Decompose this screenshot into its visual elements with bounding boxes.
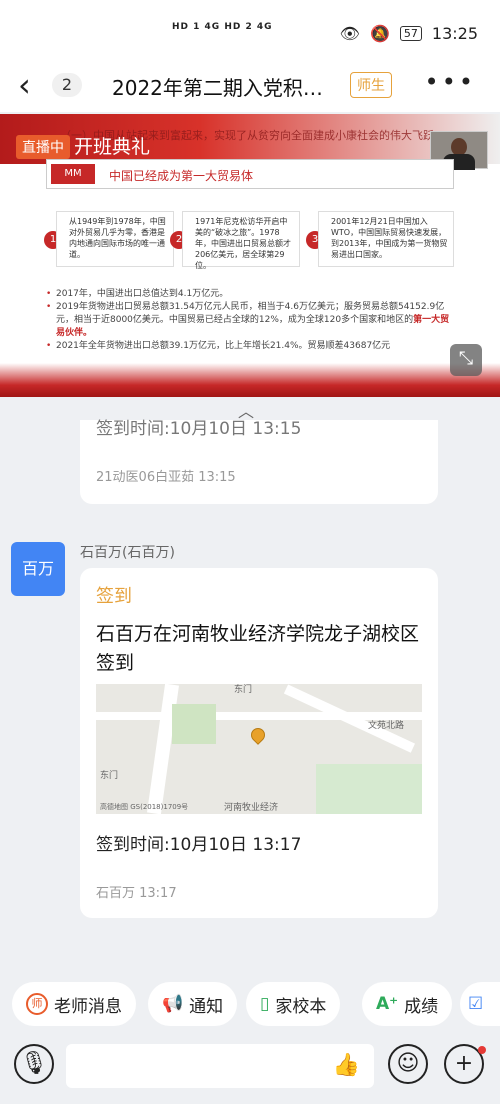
location-map[interactable]: 东门 文苑北路 东门 河南牧业经济 高德地图 GS(2018)1709号: [96, 684, 422, 814]
slide-card: 2001年12月21日中国加入WTO，中国国际贸易快速发展，到2013年，中国成…: [318, 211, 454, 267]
bullet-item: 2021年全年货物进出口总额39.1万亿元，比上年增长21.4%。贸易顺差436…: [46, 340, 456, 353]
chat-title: 2022年第二期入党积…: [112, 76, 323, 100]
calendar-check-icon: ☑: [468, 994, 484, 1014]
sign-in-time: 签到时间:10月10日 13:17: [96, 835, 302, 855]
unread-count-badge: 2: [52, 73, 82, 97]
more-menu-button[interactable]: •••: [425, 68, 476, 96]
teacher-icon: 师: [26, 993, 48, 1015]
map-green: [316, 764, 422, 814]
bullet-item: 2019年货物进出口贸易总额31.54万亿元人民币，相当于4.6万亿美元；服务贸…: [46, 301, 456, 340]
mute-icon: 🔕: [369, 24, 390, 43]
map-label: 东门: [234, 685, 253, 695]
map-label: 文苑北路: [368, 721, 405, 731]
shortcut-calendar[interactable]: ☑: [460, 982, 500, 1026]
message-footer: 21动医06白亚茹 13:15: [96, 470, 236, 485]
message-input[interactable]: 👍: [66, 1044, 374, 1088]
sign-in-time: 签到时间:10月10日 13:15: [96, 419, 302, 439]
shortcut-home-school[interactable]: ▯ 家校本: [246, 982, 341, 1026]
battery-icon: 57: [399, 26, 422, 41]
slide-card: 1971年尼克松访华开启中美的“破冰之旅”。1978年，中国进出口贸易总额才20…: [182, 211, 300, 270]
sender-name: 石百万(石百万): [80, 545, 175, 561]
live-badge: 直播中: [16, 135, 70, 159]
signal-indicator: HD 1 4G HD 2 4G: [172, 22, 273, 32]
shortcut-grades[interactable]: A⁺ 成绩: [362, 982, 453, 1026]
previous-sign-in-card[interactable]: 签到时间:10月10日 13:15 21动医06白亚茹 13:15: [80, 419, 438, 504]
emoji-icon[interactable]: ☺: [388, 1044, 428, 1084]
live-stream-player[interactable]: （一）中国从站起来到富起来，实现了从贫穷向全面建成小康社会的伟大飞跃 直播中 开…: [0, 114, 500, 397]
clock: 13:25: [431, 24, 478, 43]
shortcut-teacher-messages[interactable]: 师 老师消息: [12, 982, 136, 1026]
status-icons: 👁 🔕 57 13:25: [340, 24, 478, 43]
notebook-icon: ▯: [260, 994, 270, 1014]
section-title: 中国已经成为第一大贸易体: [109, 169, 254, 183]
status-bar: HD 1 4G HD 2 4G 👁 🔕 57 13:25: [0, 0, 500, 60]
eye-icon: 👁: [339, 24, 360, 43]
chat-header: ‹ 2 2022年第二期入党积… 师生 •••: [0, 60, 500, 112]
shortcut-notice[interactable]: 📢 通知: [148, 982, 238, 1026]
slide-section-box: MM 中国已经成为第一大贸易体: [46, 159, 454, 189]
map-label: 河南牧业经济: [224, 803, 279, 813]
fullscreen-icon[interactable]: ⤡: [450, 344, 482, 376]
input-bar: 🎙 👍 ☺ +: [0, 1036, 500, 1104]
map-copyright: 高德地图 GS(2018)1709号: [100, 803, 189, 811]
live-title: 开班典礼: [74, 136, 151, 158]
sign-in-tag: 签到: [96, 586, 132, 607]
slide-bullets: 2017年，中国进出口总值达到4.1万亿元。 2019年货物进出口贸易总额31.…: [46, 288, 456, 353]
thumbs-up-icon[interactable]: 👍: [333, 1053, 360, 1078]
sign-in-title: 石百万在河南牧业经济学院龙子湖校区签到: [96, 623, 420, 674]
shortcut-bar: 师 老师消息 📢 通知 ▯ 家校本 A⁺ 成绩 ☑: [0, 980, 500, 1030]
sign-in-card[interactable]: 签到 石百万在河南牧业经济学院龙子湖校区签到 东门 文苑北路 东门 河南牧业经济…: [80, 568, 438, 918]
map-park: [172, 704, 216, 744]
slide-footer-band: [0, 363, 500, 397]
map-label: 东门: [100, 771, 119, 781]
bullet-item: 2017年，中国进出口总值达到4.1万亿元。: [46, 288, 456, 301]
message-footer: 石百万 13:17: [96, 886, 177, 901]
notification-dot: [478, 1046, 486, 1054]
location-pin-icon: [248, 725, 268, 745]
avatar[interactable]: 百万: [11, 542, 65, 596]
grade-icon: A⁺: [376, 994, 399, 1014]
slide-card: 从1949年到1978年，中国对外贸易几乎为零，香港是内地通向国际市场的唯一通道…: [56, 211, 174, 267]
megaphone-icon: 📢: [162, 994, 184, 1014]
back-icon[interactable]: ‹: [18, 66, 31, 104]
role-badge: 师生: [350, 72, 392, 98]
microphone-icon[interactable]: 🎙: [14, 1044, 54, 1084]
section-logo-icon: MM: [51, 164, 95, 184]
